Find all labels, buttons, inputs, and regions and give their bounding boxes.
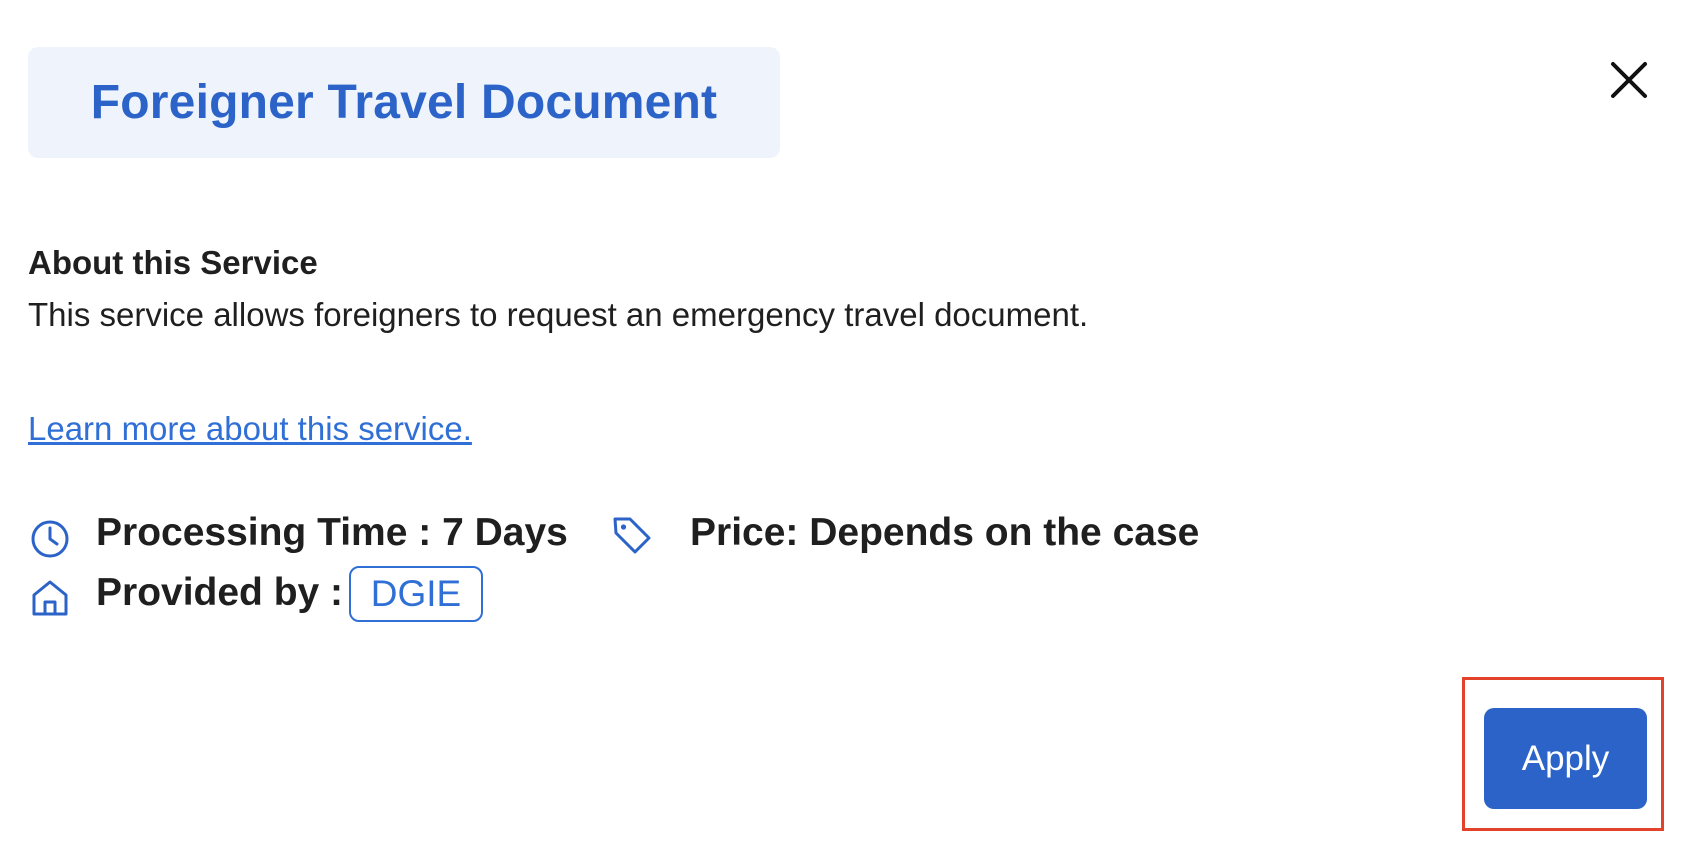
tag-icon (610, 513, 654, 557)
home-icon (28, 576, 72, 620)
provider-badge[interactable]: DGIE (349, 566, 483, 622)
close-button[interactable] (1606, 57, 1652, 103)
price-info: Price: Depends on the case (690, 511, 1200, 554)
clock-icon (28, 517, 72, 561)
provided-by-label: Provided by : (96, 571, 344, 614)
learn-more-link[interactable]: Learn more about this service. (28, 410, 472, 448)
page-title: Foreigner Travel Document (90, 76, 718, 129)
about-description: This service allows foreigners to reques… (28, 296, 1089, 333)
service-title-chip: Foreigner Travel Document (28, 47, 780, 158)
about-heading: About this Service (28, 244, 318, 281)
apply-button[interactable]: Apply (1484, 708, 1647, 809)
processing-time: Processing Time : 7 Days (96, 511, 568, 554)
close-icon (1611, 62, 1647, 98)
